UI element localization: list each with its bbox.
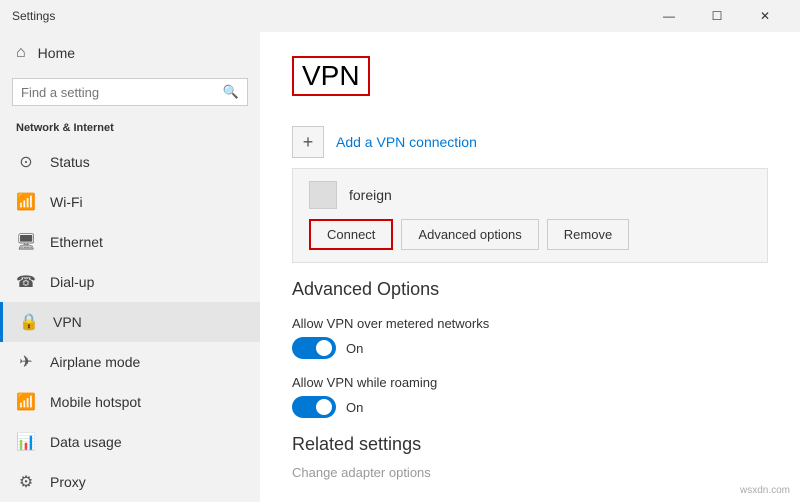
add-vpn-label: Add a VPN connection [336, 134, 477, 150]
sidebar-item-airplane[interactable]: ✈ Airplane mode [0, 342, 260, 382]
toggle-metered-row: On [292, 337, 768, 359]
vpn-card-buttons: Connect Advanced options Remove [309, 219, 751, 250]
sidebar-item-vpn[interactable]: 🔒 VPN [0, 302, 260, 342]
maximize-button[interactable]: ☐ [694, 0, 740, 32]
sidebar-hotspot-label: Mobile hotspot [50, 394, 141, 410]
add-vpn-button[interactable]: + Add a VPN connection [292, 116, 768, 168]
sidebar-item-data[interactable]: 📊 Data usage [0, 422, 260, 462]
sidebar-item-dialup[interactable]: ☎ Dial-up [0, 262, 260, 302]
sidebar-item-wifi[interactable]: 📶 Wi-Fi [0, 182, 260, 222]
related-settings-title: Related settings [292, 434, 768, 455]
option-roaming-label: Allow VPN while roaming [292, 375, 768, 390]
sidebar-item-ethernet[interactable]: 🖥 Ethernet [0, 222, 260, 262]
vpn-icon: 🔒 [19, 312, 39, 332]
sidebar-data-label: Data usage [50, 434, 122, 450]
airplane-icon: ✈ [16, 352, 36, 372]
sidebar-ethernet-label: Ethernet [50, 234, 103, 250]
add-vpn-icon: + [292, 126, 324, 158]
sidebar-proxy-label: Proxy [50, 474, 86, 490]
toggle-roaming-state: On [346, 400, 363, 415]
sidebar-status-label: Status [50, 154, 90, 170]
toggle-metered[interactable] [292, 337, 336, 359]
home-label: Home [38, 45, 75, 61]
search-icon: 🔍 [223, 84, 239, 100]
window-controls: — ☐ ✕ [646, 0, 788, 32]
sidebar-airplane-label: Airplane mode [50, 354, 140, 370]
proxy-icon: ⚙ [16, 472, 36, 492]
app-title: Settings [12, 9, 55, 23]
option-metered: Allow VPN over metered networks On [292, 316, 768, 359]
sidebar-dialup-label: Dial-up [50, 274, 94, 290]
content-area: VPN + Add a VPN connection foreign Conne… [260, 32, 800, 502]
titlebar: Settings — ☐ ✕ [0, 0, 800, 32]
minimize-button[interactable]: — [646, 0, 692, 32]
sidebar-section-title: Network & Internet [0, 118, 260, 142]
toggle-metered-state: On [346, 341, 363, 356]
advanced-options-button[interactable]: Advanced options [401, 219, 538, 250]
toggle-roaming[interactable] [292, 396, 336, 418]
status-icon: ⊙ [16, 152, 36, 172]
option-metered-label: Allow VPN over metered networks [292, 316, 768, 331]
page-title: VPN [292, 56, 370, 96]
home-icon: ⌂ [16, 44, 26, 62]
sidebar: ⌂ Home 🔍 Network & Internet ⊙ Status 📶 W… [0, 32, 260, 502]
toggle-roaming-row: On [292, 396, 768, 418]
connect-button[interactable]: Connect [309, 219, 393, 250]
app-body: ⌂ Home 🔍 Network & Internet ⊙ Status 📶 W… [0, 32, 800, 502]
advanced-options-title: Advanced Options [292, 279, 768, 300]
close-button[interactable]: ✕ [742, 0, 788, 32]
data-icon: 📊 [16, 432, 36, 452]
vpn-card: foreign Connect Advanced options Remove [292, 168, 768, 263]
vpn-connection-icon [309, 181, 337, 209]
wifi-icon: 📶 [16, 192, 36, 212]
vpn-card-name: foreign [309, 181, 751, 209]
search-input[interactable] [21, 85, 223, 100]
sidebar-item-status[interactable]: ⊙ Status [0, 142, 260, 182]
change-adapter-link: Change adapter options [292, 465, 768, 480]
ethernet-icon: 🖥 [16, 232, 36, 252]
search-box[interactable]: 🔍 [12, 78, 248, 106]
sidebar-item-hotspot[interactable]: 📶 Mobile hotspot [0, 382, 260, 422]
vpn-connection-name: foreign [349, 187, 392, 203]
sidebar-item-proxy[interactable]: ⚙ Proxy [0, 462, 260, 502]
sidebar-vpn-label: VPN [53, 314, 82, 330]
watermark: wsxdn.com [740, 485, 790, 496]
sidebar-item-home[interactable]: ⌂ Home [0, 32, 260, 74]
hotspot-icon: 📶 [16, 392, 36, 412]
remove-button[interactable]: Remove [547, 219, 629, 250]
dialup-icon: ☎ [16, 272, 36, 292]
sidebar-wifi-label: Wi-Fi [50, 194, 83, 210]
option-roaming: Allow VPN while roaming On [292, 375, 768, 418]
